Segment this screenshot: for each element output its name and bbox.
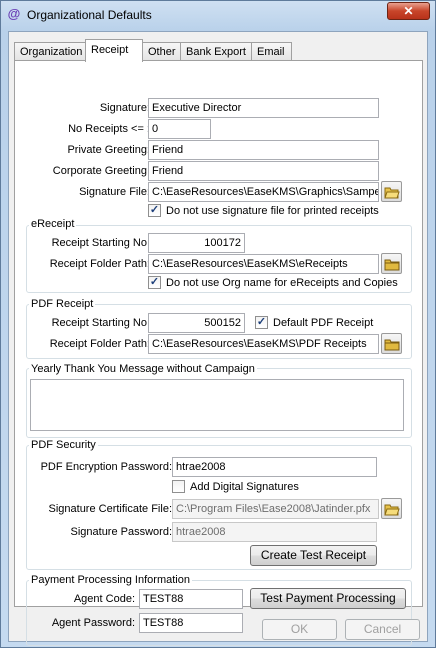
cert-file-label: Signature Certificate File: <box>48 503 173 515</box>
corporate-greeting-field[interactable]: Friend <box>148 161 379 181</box>
thank-you-group-title: Yearly Thank You Message without Campaig… <box>29 363 257 375</box>
default-pdf-receipt-checkbox[interactable]: ✓ <box>255 316 268 329</box>
tab-bank-export[interactable]: Bank Export <box>180 42 252 61</box>
no-org-name-checkbox[interactable]: ✓ <box>148 276 161 289</box>
ereceipt-folder-field[interactable]: C:\EaseResources\EaseKMS\eReceipts <box>148 254 379 274</box>
signature-field[interactable]: Executive Director <box>148 98 379 118</box>
folder-open-icon <box>384 187 400 199</box>
signature-password-label: Signature Password: <box>70 526 173 538</box>
title-bar: @ Organizational Defaults ✕ <box>1 1 435 29</box>
ok-button[interactable]: OK <box>262 619 337 640</box>
checkmark-icon: ✓ <box>256 316 267 328</box>
pdf-encryption-field[interactable]: htrae2008 <box>172 457 377 477</box>
signature-file-label: Signature File: <box>79 186 150 198</box>
tab-organization[interactable]: Organization <box>14 42 86 61</box>
add-digital-signatures-checkbox[interactable] <box>172 480 185 493</box>
pdf-encryption-label: PDF Encryption Password: <box>40 461 172 473</box>
tab-other[interactable]: Other <box>142 42 181 61</box>
pdf-folder-field[interactable]: C:\EaseResources\EaseKMS\PDF Receipts <box>148 334 379 354</box>
ereceipt-starting-no-label: Receipt Starting No: <box>51 237 150 249</box>
no-signature-file-checkbox[interactable]: ✓ <box>148 204 161 217</box>
signature-password-field[interactable]: htrae2008 <box>172 522 377 542</box>
no-signature-file-label: Do not use signature file for printed re… <box>166 205 379 217</box>
agent-password-label: Agent Password: <box>51 617 135 629</box>
receipt-tab-panel: Signature: Executive Director No Receipt… <box>14 60 423 646</box>
no-org-name-label: Do not use Org name for eReceipts and Co… <box>166 277 398 289</box>
create-test-receipt-button[interactable]: Create Test Receipt <box>250 545 377 566</box>
dialog-body: Organization Receipt Other Bank Export E… <box>8 31 428 646</box>
app-icon: @ <box>7 6 21 21</box>
cancel-button[interactable]: Cancel <box>345 619 420 640</box>
default-pdf-receipt-label: Default PDF Receipt <box>273 317 374 329</box>
payment-processing-group-title: Payment Processing Information <box>29 574 192 586</box>
pdf-folder-label: Receipt Folder Path: <box>49 338 150 350</box>
signature-file-field[interactable]: C:\EaseResources\EaseKMS\Graphics\Sampe <box>148 182 379 202</box>
pdf-starting-no-field[interactable]: 500152 <box>148 313 245 333</box>
ereceipt-starting-no-field[interactable]: 100172 <box>148 233 245 253</box>
organizational-defaults-window: @ Organizational Defaults ✕ Organization… <box>0 0 436 648</box>
no-receipts-field[interactable]: 0 <box>148 119 211 139</box>
window-title: Organizational Defaults <box>27 8 152 22</box>
folder-icon <box>384 339 400 351</box>
signature-label: Signature: <box>99 102 150 114</box>
signature-file-browse-button[interactable] <box>381 181 402 202</box>
ereceipt-folder-label: Receipt Folder Path: <box>49 258 150 270</box>
pdf-folder-browse-button[interactable] <box>381 333 402 354</box>
checkmark-icon: ✓ <box>149 204 160 216</box>
cert-file-field[interactable]: C:\Program Files\Ease2008\Jatinder.pfx <box>172 499 379 519</box>
ereceipt-group-title: eReceipt <box>29 218 77 230</box>
cert-file-browse-button[interactable] <box>381 498 402 519</box>
thank-you-message-textarea[interactable] <box>30 379 404 431</box>
close-button[interactable]: ✕ <box>387 2 430 20</box>
pdf-security-group-title: PDF Security <box>29 439 98 451</box>
checkmark-icon: ✓ <box>149 276 160 288</box>
add-digital-signatures-label: Add Digital Signatures <box>190 481 299 493</box>
agent-password-field[interactable]: TEST88 <box>139 613 243 633</box>
tab-email[interactable]: Email <box>251 42 292 61</box>
folder-icon <box>384 259 400 271</box>
private-greeting-field[interactable]: Friend <box>148 140 379 160</box>
no-receipts-label: No Receipts <= : <box>68 123 150 135</box>
pdf-starting-no-label: Receipt Starting No: <box>51 317 150 329</box>
corporate-greeting-label: Corporate Greeting: <box>52 165 150 177</box>
pdf-receipt-group-title: PDF Receipt <box>29 298 96 310</box>
tab-receipt[interactable]: Receipt <box>85 39 143 62</box>
test-payment-processing-button[interactable]: Test Payment Processing <box>250 588 406 609</box>
private-greeting-label: Private Greeting: <box>67 144 150 156</box>
agent-code-field[interactable]: TEST88 <box>139 589 243 609</box>
folder-open-icon <box>384 504 400 516</box>
agent-code-label: Agent Code: <box>73 593 135 605</box>
ereceipt-folder-browse-button[interactable] <box>381 253 402 274</box>
